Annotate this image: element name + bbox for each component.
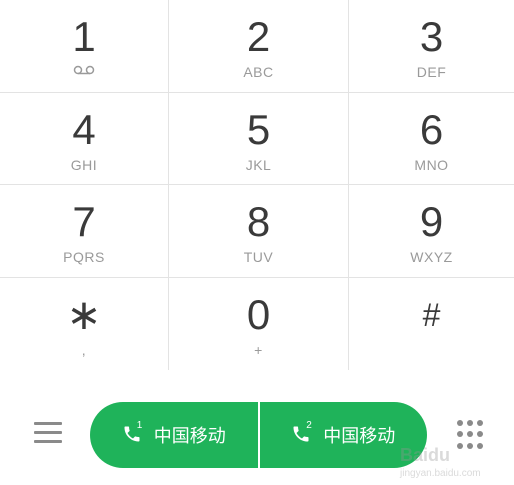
key-digit: 0 (246, 290, 271, 338)
key-letters: ABC (243, 64, 274, 80)
phone-icon: 1 (122, 420, 144, 446)
dial-action-bar: 1 中国移动 2 中国移动 Baidu jingyan.baidu.com (0, 370, 514, 485)
carrier-label: 中国移动 (153, 426, 226, 446)
menu-button[interactable] (34, 422, 62, 446)
key-letters: MNO (414, 156, 449, 173)
carrier-label: 中国移动 (323, 426, 396, 446)
key-letters: + (254, 341, 263, 358)
phone-icon: 2 (291, 420, 313, 446)
key-digit: 3 (419, 13, 444, 60)
menu-icon (34, 422, 62, 425)
key-digit: 4 (72, 105, 96, 153)
key-hash[interactable]: # (349, 278, 514, 371)
key-digit: 5 (246, 105, 271, 153)
key-2[interactable]: 2 ABC (169, 0, 349, 93)
key-1[interactable]: 1 (0, 0, 169, 93)
key-letters: DEF (416, 64, 447, 80)
key-letters: WXYZ (410, 249, 453, 265)
key-digit: 6 (419, 105, 444, 153)
dialpad-toggle-button[interactable] (457, 420, 483, 450)
watermark-url: jingyan.baidu.com (400, 468, 481, 479)
key-digit: ∗ (66, 290, 102, 338)
key-star[interactable]: ∗ , (0, 277, 169, 370)
dialpad-icon (457, 420, 463, 426)
key-6[interactable]: 6 MNO (349, 93, 514, 185)
key-0[interactable]: 0 + (169, 277, 349, 370)
key-digit: 2 (246, 13, 271, 60)
voicemail-icon (73, 64, 95, 80)
key-letters: TUV (243, 249, 274, 265)
key-digit: 1 (72, 13, 96, 60)
call-sim1-button[interactable]: 1 中国移动 (90, 402, 258, 468)
key-digit: # (422, 296, 441, 333)
key-3[interactable]: 3 DEF (349, 0, 514, 93)
key-letters: , (81, 341, 87, 358)
key-8[interactable]: 8 TUV (169, 185, 349, 278)
key-letters: PQRS (63, 249, 105, 265)
sim-number: 1 (136, 420, 143, 431)
sim-number: 2 (306, 420, 312, 431)
key-5[interactable]: 5 JKL (169, 92, 349, 185)
key-letters: GHI (70, 156, 98, 173)
dial-keypad: 1 2 ABC 3 DEF 4 GHI 5 JKL 6 MNO 7 PQRS 8… (0, 0, 514, 370)
call-button-group: 1 中国移动 2 中国移动 (90, 402, 427, 468)
key-4[interactable]: 4 GHI (0, 92, 169, 185)
key-digit: 7 (72, 198, 96, 245)
watermark: Baidu (400, 445, 451, 465)
key-7[interactable]: 7 PQRS (0, 185, 169, 278)
key-digit: 8 (246, 198, 271, 245)
key-digit: 9 (419, 198, 444, 245)
key-9[interactable]: 9 WXYZ (349, 185, 514, 278)
key-letters: JKL (245, 156, 272, 173)
